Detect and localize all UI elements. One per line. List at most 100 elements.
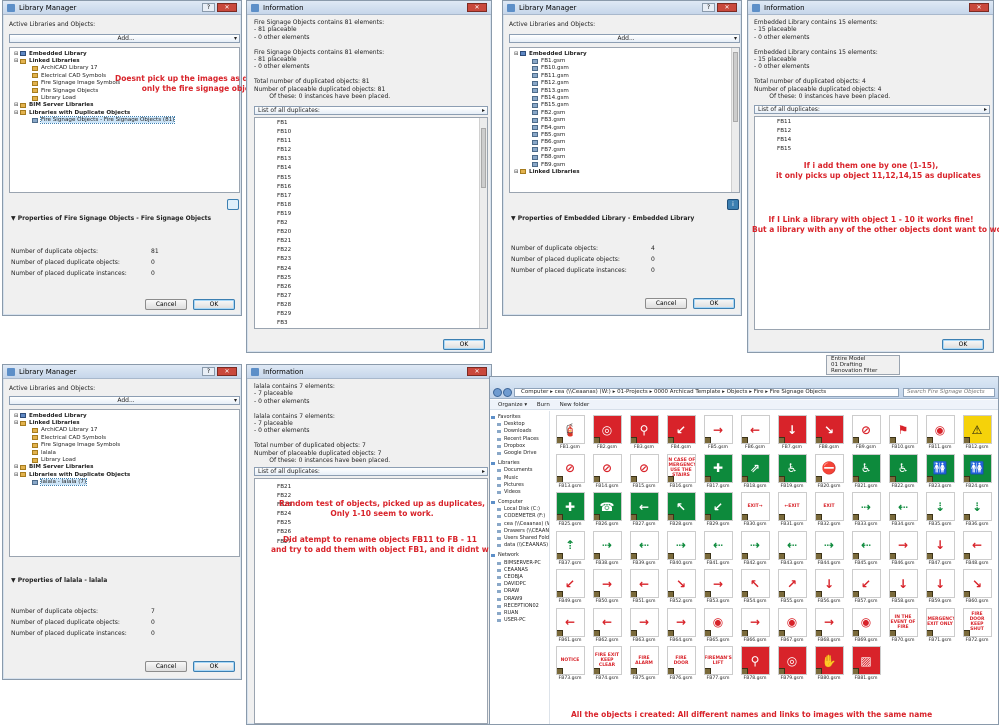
- file-tile[interactable]: ⇢ FB44.gsm: [811, 530, 847, 566]
- nav-item[interactable]: RECEPTION02: [490, 603, 549, 610]
- file-tile[interactable]: ← FB27.gsm: [626, 492, 662, 527]
- tree-item[interactable]: FB7.gsm: [514, 146, 739, 153]
- list-item[interactable]: FB19: [255, 210, 487, 219]
- ok-button[interactable]: OK: [193, 661, 235, 672]
- file-tile[interactable]: ⇠ FB43.gsm: [774, 530, 810, 566]
- file-tile[interactable]: FIREMAN'S LIFT FB77.gsm: [700, 646, 736, 681]
- ok-button[interactable]: OK: [193, 299, 235, 310]
- list-item[interactable]: FB15: [255, 174, 487, 183]
- nav-item[interactable]: Music: [490, 475, 549, 482]
- file-tile[interactable]: ◉ FB67.gsm: [774, 607, 810, 643]
- help-icon[interactable]: ?: [202, 367, 215, 376]
- nav-item[interactable]: data (\\CEAANAS): [490, 542, 549, 549]
- scroll-thumb[interactable]: [733, 52, 738, 122]
- add-dropdown[interactable]: Add... ▾: [9, 396, 240, 405]
- tree-item[interactable]: FB4.gsm: [514, 124, 739, 131]
- file-tile[interactable]: ↙ FB49.gsm: [552, 569, 588, 604]
- list-item[interactable]: FB13: [255, 155, 487, 164]
- file-tile[interactable]: ⚑ FB10.gsm: [885, 415, 921, 450]
- list-item[interactable]: FB21: [255, 237, 487, 246]
- scroll-thumb[interactable]: [481, 128, 486, 188]
- file-tile[interactable]: ↓ FB56.gsm: [811, 569, 847, 604]
- expand-icon[interactable]: ⊟: [14, 420, 19, 426]
- file-tile[interactable]: EXIT→ FB30.gsm: [737, 492, 773, 527]
- list-item[interactable]: FB20: [255, 228, 487, 237]
- file-tile[interactable]: ⇣ FB35.gsm: [922, 492, 958, 527]
- cancel-button[interactable]: Cancel: [645, 298, 687, 309]
- file-tile[interactable]: FIRE ALARM FB75.gsm: [626, 646, 662, 681]
- tree-item[interactable]: ⊟ Libraries with Duplicate Objects: [14, 109, 239, 116]
- file-tile[interactable]: ⇢ FB38.gsm: [589, 530, 625, 566]
- organize-button[interactable]: Organize ▾: [498, 402, 527, 408]
- list-item[interactable]: FB15: [755, 145, 989, 154]
- file-tile[interactable]: → FB63.gsm: [626, 607, 662, 643]
- tree-item[interactable]: ⊟ Linked Libraries: [14, 419, 239, 426]
- tree-item[interactable]: ⊟ Embedded Library: [514, 50, 739, 57]
- nav-item[interactable]: Dropbox: [490, 443, 549, 450]
- file-tile[interactable]: ◎ FB79.gsm: [774, 646, 810, 681]
- list-item[interactable]: FB12: [255, 146, 487, 155]
- cancel-button[interactable]: Cancel: [145, 299, 187, 310]
- close-icon[interactable]: ✕: [717, 3, 737, 12]
- file-tile[interactable]: ✚ FB17.gsm: [700, 453, 736, 489]
- ok-button[interactable]: OK: [693, 298, 735, 309]
- nav-item[interactable]: Network: [490, 552, 549, 559]
- tree-item[interactable]: ⊟ Embedded Library: [14, 50, 239, 57]
- expand-icon[interactable]: ⊟: [514, 51, 519, 57]
- file-tile[interactable]: ↖ FB28.gsm: [663, 492, 699, 527]
- file-tile[interactable]: ⇢ FB40.gsm: [663, 530, 699, 566]
- expand-icon[interactable]: ⊟: [14, 110, 19, 116]
- nav-item[interactable]: DRAW9: [490, 596, 549, 603]
- file-tile[interactable]: ♿ FB19.gsm: [774, 453, 810, 489]
- list-item[interactable]: FB23: [255, 255, 487, 264]
- file-tile[interactable]: ↓ FB7.gsm: [774, 415, 810, 450]
- file-tile[interactable]: → FB64.gsm: [663, 607, 699, 643]
- nav-item[interactable]: CODEMETER (F:): [490, 513, 549, 520]
- new-folder-button[interactable]: New folder: [560, 402, 590, 408]
- nav-item[interactable]: DAVIDPC: [490, 581, 549, 588]
- file-tile[interactable]: ♿ FB21.gsm: [848, 453, 884, 489]
- file-tile[interactable]: ▨ FB81.gsm: [848, 646, 884, 681]
- expand-icon[interactable]: ⊟: [14, 58, 19, 64]
- file-tile[interactable]: → FB50.gsm: [589, 569, 625, 604]
- file-tile[interactable]: ↖ FB54.gsm: [737, 569, 773, 604]
- list-item[interactable]: FB18: [255, 201, 487, 210]
- file-tile[interactable]: 🧯 FB1.gsm: [552, 415, 588, 450]
- file-tile[interactable]: ↘ FB52.gsm: [663, 569, 699, 604]
- tree-item[interactable]: FB11.gsm: [514, 72, 739, 79]
- nav-item[interactable]: Favorites: [490, 414, 549, 421]
- list-item[interactable]: FB27: [255, 292, 487, 301]
- list-item[interactable]: FB14: [255, 164, 487, 173]
- reveal-button[interactable]: [227, 199, 239, 210]
- tree-item[interactable]: Library Load: [14, 94, 239, 101]
- tree-item[interactable]: ⊟ BIM Server Libraries: [14, 102, 239, 109]
- tree-item[interactable]: ⊟ Linked Libraries: [14, 57, 239, 64]
- tree-item[interactable]: lalala - lalala (7): [14, 478, 239, 487]
- list-item[interactable]: FB14: [755, 136, 989, 145]
- file-tile[interactable]: ⇣ FB36.gsm: [959, 492, 995, 527]
- file-tile[interactable]: ⇠ FB34.gsm: [885, 492, 921, 527]
- expand-icon[interactable]: ⊟: [14, 464, 19, 470]
- nav-item[interactable]: DRAW: [490, 588, 549, 595]
- tree-item[interactable]: FB3.gsm: [514, 117, 739, 124]
- file-tile[interactable]: → FB5.gsm: [700, 415, 736, 450]
- nav-item[interactable]: Local Disk (C:): [490, 506, 549, 513]
- tree-item[interactable]: FB9.gsm: [514, 161, 739, 168]
- tree-item[interactable]: Fire Signage Image Symbols: [14, 442, 239, 449]
- expand-icon[interactable]: ⊟: [14, 51, 19, 57]
- tree-item[interactable]: FB8.gsm: [514, 153, 739, 160]
- expand-icon[interactable]: ⊟: [514, 169, 519, 175]
- tree-item[interactable]: FB6.gsm: [514, 139, 739, 146]
- file-tile[interactable]: ← FB48.gsm: [959, 530, 995, 566]
- tree-item[interactable]: FB2.gsm: [514, 109, 739, 116]
- file-tile[interactable]: ⇠ FB45.gsm: [848, 530, 884, 566]
- nav-item[interactable]: USER-PC: [490, 617, 549, 624]
- nav-item[interactable]: BIMSERVER-PC: [490, 560, 549, 567]
- file-tile[interactable]: → FB53.gsm: [700, 569, 736, 604]
- file-tile[interactable]: ☎ FB26.gsm: [589, 492, 625, 527]
- help-icon[interactable]: ?: [702, 3, 715, 12]
- nav-item[interactable]: RUAN: [490, 610, 549, 617]
- tree-item[interactable]: Library Load: [14, 456, 239, 463]
- nav-item[interactable]: Computer: [490, 499, 549, 506]
- file-tile[interactable]: ◉ FB11.gsm: [922, 415, 958, 450]
